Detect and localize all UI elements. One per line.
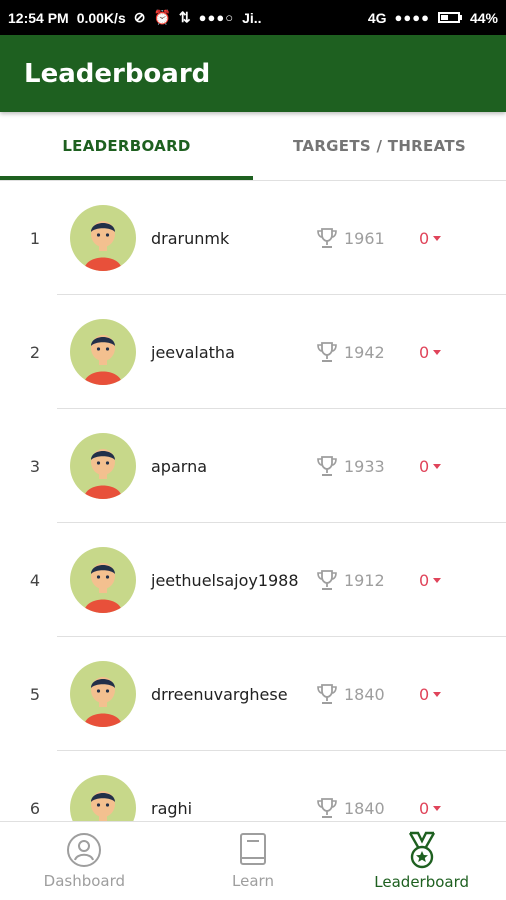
tab-bar: LEADERBOARD TARGETS / THREATS [0,112,506,181]
rank-change-value: 0 [419,570,430,590]
username: jeethuelsajoy1988 [151,570,299,590]
username: drarunmk [151,228,230,248]
nav-dashboard[interactable]: Dashboard [0,822,169,900]
list-item[interactable]: 3 aparna 1933 0 [0,409,506,523]
nav-dashboard-label: Dashboard [43,872,126,890]
score-value: 1840 [344,798,385,818]
status-time: 12:54 PM [8,9,69,26]
rank-change-value: 0 [419,798,430,818]
status-bar: 12:54 PM 0.00K/s ⊘ ⏰ ⇅ ●●●○ Ji.. 4G ●●●●… [0,0,506,35]
score: 1840 [316,797,411,819]
score: 1961 [316,227,411,249]
trophy-icon [317,456,337,476]
status-network: 4G [367,9,387,26]
user-avatar-icon [91,791,115,821]
caret-down-icon [433,691,442,697]
status-battery: 44% [469,9,498,26]
book-icon [240,833,266,865]
list-item[interactable]: 4 jeethuelsajoy1988 1912 0 [0,523,506,637]
rank-number: 6 [29,798,41,818]
list-item[interactable]: 1 drarunmk 1961 0 [0,181,506,295]
avatar [70,433,136,499]
avatar [70,661,136,727]
username: drreenuvarghese [151,684,288,704]
sync-off-icon: ⊘ [133,9,146,25]
avatar [70,319,136,385]
tab-targets-threats[interactable]: TARGETS / THREATS [253,112,506,180]
nav-learn[interactable]: Learn [169,822,338,900]
trophy-icon [317,228,337,248]
rank-change-value: 0 [419,456,430,476]
rank-change: 0 [419,684,442,704]
score: 1942 [316,341,411,363]
list-item[interactable]: 2 jeevalatha 1942 0 [0,295,506,409]
caret-down-icon [433,577,442,583]
page-title: Leaderboard [24,58,211,89]
trophy-icon [317,342,337,362]
medal-icon [408,831,435,869]
rank-change-value: 0 [419,228,430,248]
tab-leaderboard[interactable]: LEADERBOARD [0,112,253,180]
rank-number: 2 [29,342,41,362]
rank-number: 1 [29,228,41,248]
username: raghi [151,798,193,818]
user-avatar-icon [84,221,122,271]
nav-leaderboard[interactable]: Leaderboard [337,822,506,900]
rank-change: 0 [419,798,442,818]
avatar [70,205,136,271]
signal-strength-icon-2: ●●●● [394,10,430,25]
score: 1933 [316,455,411,477]
rank-change: 0 [419,228,442,248]
dashboard-user-icon [67,833,102,867]
rank-change: 0 [419,456,442,476]
caret-down-icon [433,805,442,811]
rank-change-value: 0 [419,342,430,362]
trophy-icon [317,570,337,590]
score-value: 1933 [344,456,385,476]
battery-icon [437,12,462,23]
status-speed: 0.00K/s [76,9,126,26]
user-avatar-icon [84,449,122,499]
avatar [70,547,136,613]
trophy-icon [317,684,337,704]
score-value: 1961 [344,228,385,248]
leaderboard-list[interactable]: 1 drarunmk 1961 0 2 jeevalatha 1942 0 3 … [0,181,506,822]
rank-number: 3 [29,456,41,476]
caret-down-icon [433,463,442,469]
list-item[interactable]: 6 raghi 1840 0 [0,751,506,822]
rank-change-value: 0 [419,684,430,704]
score: 1840 [316,683,411,705]
app-bar: Leaderboard [0,35,506,112]
status-carrier: Ji.. [242,9,262,26]
user-avatar-icon [84,677,122,727]
list-item[interactable]: 5 drreenuvarghese 1840 0 [0,637,506,751]
user-avatar-icon [84,563,122,613]
score: 1912 [316,569,411,591]
nav-leaderboard-label: Leaderboard [374,873,470,891]
alarm-icon: ⏰ [153,9,171,25]
rank-change: 0 [419,570,442,590]
score-value: 1840 [344,684,385,704]
rank-change: 0 [419,342,442,362]
caret-down-icon [433,235,442,241]
user-avatar-icon [84,335,122,385]
signal-strength-icon: ●●●○ [198,10,235,25]
score-value: 1942 [344,342,385,362]
signal-icon: ⇅ [178,9,191,25]
rank-number: 5 [29,684,41,704]
nav-learn-label: Learn [232,872,274,890]
username: aparna [151,456,208,476]
username: jeevalatha [151,342,235,362]
trophy-icon [317,798,337,818]
caret-down-icon [433,349,442,355]
avatar [70,775,136,822]
score-value: 1912 [344,570,385,590]
bottom-nav: Dashboard Learn Leaderboard [0,821,506,900]
rank-number: 4 [29,570,41,590]
